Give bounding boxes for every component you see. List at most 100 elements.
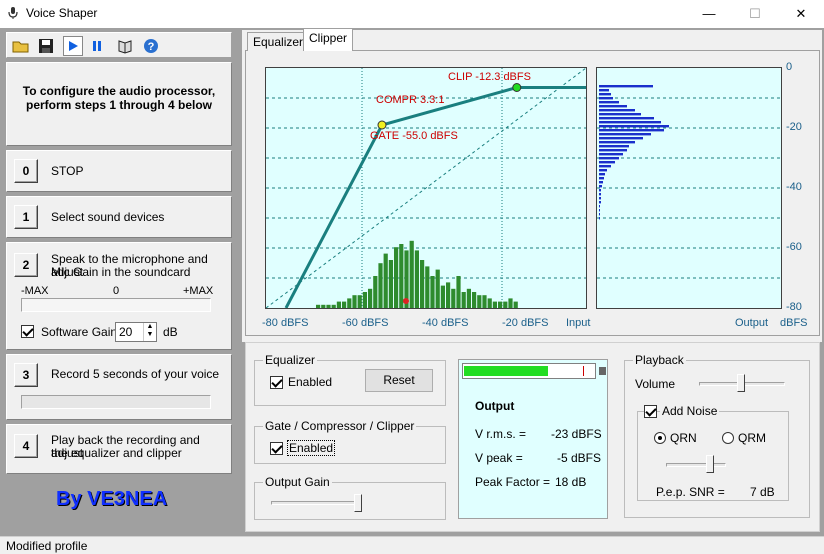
status-bar: Modified profile [0, 536, 824, 554]
output-histogram-bar [599, 209, 600, 212]
input-histogram-bar [498, 301, 503, 308]
book-icon[interactable] [115, 36, 135, 56]
vrms-value: -23 dBFS [551, 427, 602, 441]
y-tick-label: -40 [786, 181, 802, 193]
add-noise-label: Add Noise [660, 404, 720, 418]
close-button[interactable]: ✕ [778, 0, 824, 28]
input-histogram-bar [347, 298, 352, 308]
meter-scroll-icon[interactable] [599, 367, 606, 375]
window-title: Voice Shaper [26, 6, 98, 20]
step-0-label: STOP [51, 164, 84, 178]
step-2-button[interactable]: 2 [14, 253, 38, 277]
play-icon[interactable] [63, 36, 83, 56]
output-histogram-bar [599, 125, 669, 128]
input-histogram-bar [492, 301, 497, 308]
output-histogram-bar [599, 201, 601, 204]
input-histogram-bar [430, 276, 435, 308]
output-histogram-bar [599, 133, 651, 136]
playback-group: Playback Volume Add Noise QRN QRM P.e.p.… [624, 353, 810, 518]
snr-label: P.e.p. SNR = [656, 485, 725, 499]
compr-label: COMPR 3.3:1 [376, 94, 445, 106]
volume-slider-thumb[interactable] [737, 374, 745, 392]
equalizer-enabled-checkbox[interactable] [270, 376, 283, 389]
equalizer-enabled-label: Enabled [288, 375, 333, 389]
svg-text:?: ? [148, 41, 155, 53]
equalizer-group-title: Equalizer [263, 353, 318, 367]
input-histogram-bar [394, 247, 399, 308]
qrn-radio[interactable] [654, 432, 666, 444]
pause-icon[interactable] [87, 36, 107, 56]
volume-label: Volume [635, 377, 676, 391]
output-histogram-bar [599, 161, 615, 164]
instructions-text: To configure the audio processor, perfor… [22, 84, 216, 112]
qrm-label: QRM [738, 431, 766, 445]
maximize-button[interactable]: ☐ [732, 0, 778, 28]
output-histogram-bar [599, 105, 627, 108]
output-histogram-bar [599, 101, 619, 104]
spinner-arrows-icon[interactable]: ▲ ▼ [143, 323, 156, 341]
input-histogram-bar [451, 288, 456, 308]
input-histogram-bar [388, 260, 393, 308]
title-bar: Voice Shaper — ☐ ✕ [0, 0, 824, 28]
credit-logo: By VE3NEA [56, 488, 168, 510]
output-histogram-bar [599, 149, 627, 152]
software-gain-checkbox[interactable] [21, 325, 34, 338]
gate-enabled-checkbox[interactable] [270, 442, 283, 455]
qrn-label: QRN [670, 431, 697, 445]
snr-slider-track[interactable] [666, 463, 726, 467]
vrms-label: V r.m.s. = [475, 427, 527, 441]
software-gain-spinner[interactable]: 20 ▲ ▼ [115, 322, 157, 342]
output-histogram-bar [599, 193, 601, 196]
step-1-button[interactable]: 1 [14, 205, 38, 229]
step-4-button[interactable]: 4 [14, 434, 38, 458]
input-histogram-bar [316, 304, 321, 308]
input-histogram-bar [420, 260, 425, 308]
step-3-button[interactable]: 3 [14, 363, 38, 387]
output-histogram-bar [599, 145, 629, 148]
stop-button[interactable]: 0 [14, 159, 38, 183]
vpeak-value: -5 dBFS [557, 451, 602, 465]
output-gain-slider-thumb[interactable] [354, 494, 362, 512]
add-noise-checkbox[interactable] [644, 405, 657, 418]
open-folder-icon[interactable] [11, 36, 31, 56]
gate-point [377, 120, 387, 130]
rms-marker [403, 298, 409, 304]
step-1-box: 1 Select sound devices [6, 196, 232, 238]
input-histogram-bar [477, 295, 482, 308]
output-unit-label: dBFS [780, 317, 808, 329]
microphone-icon [8, 7, 18, 19]
software-gain-unit: dB [163, 325, 178, 339]
output-histogram-bar [599, 89, 609, 92]
clip-label: CLIP -12.3 dBFS [448, 71, 531, 83]
step-3-box: 3 Record 5 seconds of your voice [6, 354, 232, 420]
input-histogram-bar [414, 250, 419, 308]
output-histogram-bar [599, 217, 600, 220]
tab-clipper[interactable]: Clipper [303, 28, 354, 51]
save-icon[interactable] [36, 36, 56, 56]
output-gain-group: Output Gain [254, 475, 446, 520]
snr-slider-thumb[interactable] [706, 455, 714, 473]
output-histogram-bar [599, 173, 605, 176]
input-histogram-bar [466, 288, 471, 308]
output-histogram-bar [599, 185, 602, 188]
x-tick-label: -80 dBFS [262, 317, 309, 329]
reset-button[interactable]: Reset [365, 369, 433, 392]
help-icon[interactable]: ? [141, 36, 161, 56]
step-2-label-line2: Mic Gain in the soundcard [51, 265, 191, 279]
qrm-radio[interactable] [722, 432, 734, 444]
tab-equalizer[interactable]: Equalizer [247, 32, 310, 51]
output-histogram-bar [599, 121, 661, 124]
output-gain-slider-track[interactable] [271, 501, 361, 505]
output-histogram [596, 67, 782, 309]
record-progress-bar [21, 395, 211, 409]
peak-factor-label: Peak Factor = [475, 475, 551, 489]
input-histogram-bar [472, 292, 477, 308]
x-tick-label: -20 dBFS [502, 317, 549, 329]
step-4-box: 4 Play back the recording and adjust the… [6, 424, 232, 474]
snr-value: 7 dB [750, 485, 775, 499]
output-histogram-bar [599, 153, 623, 156]
y-tick-label: -80 [786, 301, 802, 313]
output-histogram-bar [599, 113, 641, 116]
minimize-button[interactable]: — [686, 0, 732, 28]
transfer-graph: CLIP -12.3 dBFS COMPR 3.3:1 GATE -55.0 d… [265, 67, 587, 309]
